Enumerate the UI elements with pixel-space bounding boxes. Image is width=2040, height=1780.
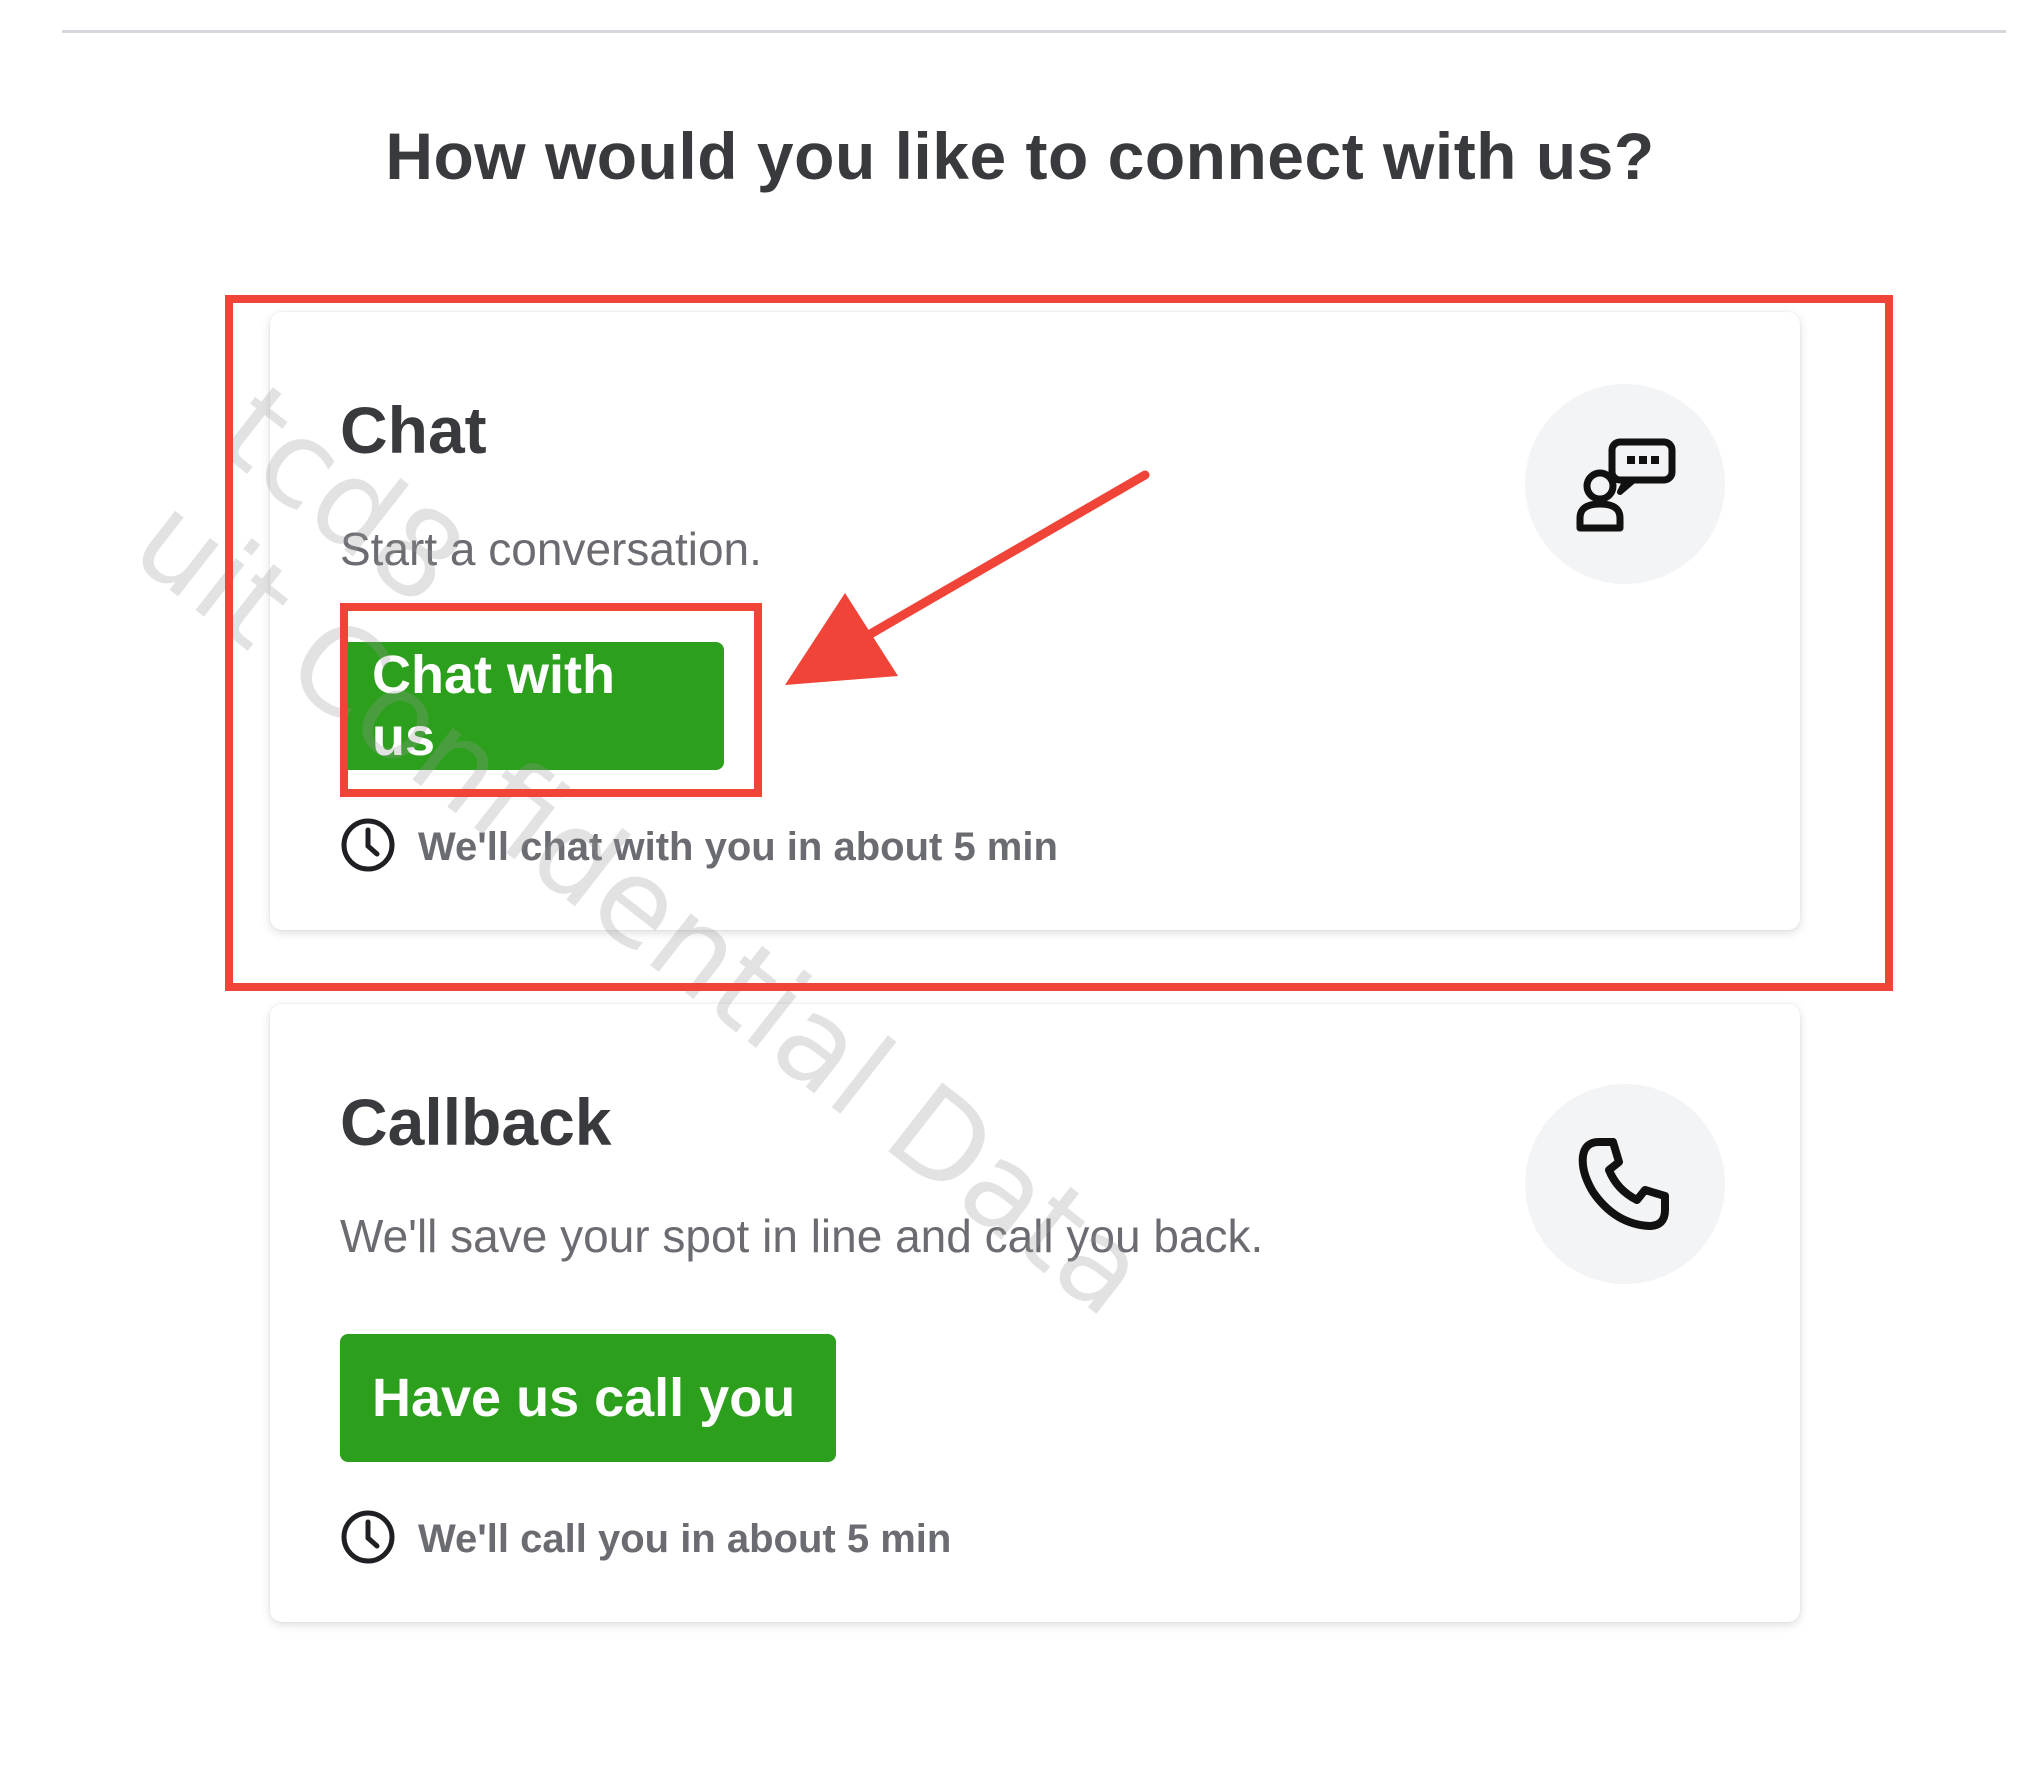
page-title: How would you like to connect with us? xyxy=(385,119,1655,193)
chat-card-title: Chat xyxy=(340,393,487,467)
callback-eta-text: We'll call you in about 5 min xyxy=(418,1516,952,1561)
callback-card-title: Callback xyxy=(340,1085,612,1159)
callback-eta: We'll call you in about 5 min xyxy=(340,1509,951,1569)
have-us-call-you-button[interactable]: Have us call you xyxy=(340,1334,836,1462)
callback-card-description: We'll save your spot in line and call yo… xyxy=(340,1210,1264,1262)
chat-option-card: Chat Start a conversation. Chat with us … xyxy=(270,312,1800,930)
callback-option-card: Callback We'll save your spot in line an… xyxy=(270,1004,1800,1622)
chat-agent-icon xyxy=(1525,384,1725,584)
chat-eta: We'll chat with you in about 5 min xyxy=(340,817,1058,877)
chat-with-us-button[interactable]: Chat with us xyxy=(340,642,724,770)
chat-eta-text: We'll chat with you in about 5 min xyxy=(418,824,1058,869)
top-divider xyxy=(62,30,2006,33)
clock-icon xyxy=(340,817,396,878)
phone-icon xyxy=(1525,1084,1725,1284)
clock-icon xyxy=(340,1509,396,1570)
chat-card-description: Start a conversation. xyxy=(340,523,762,575)
